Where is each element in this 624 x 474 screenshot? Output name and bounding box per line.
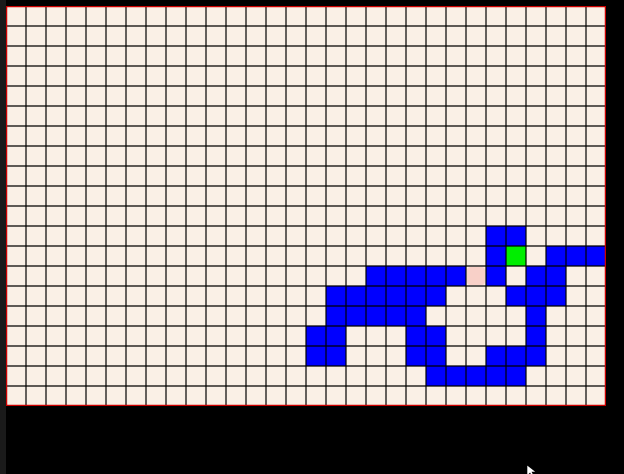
snake-segment — [386, 266, 406, 286]
mouse-pointer-icon — [527, 465, 537, 474]
snake-segment — [326, 286, 346, 306]
snake-segment — [366, 266, 386, 286]
snake-segment — [546, 286, 566, 306]
snake-segment — [466, 366, 486, 386]
snake-segment — [306, 326, 326, 346]
snake-segment — [546, 266, 566, 286]
snake-segment — [566, 246, 586, 266]
snake-segment — [506, 226, 526, 246]
snake-segment — [526, 306, 546, 326]
snake-segment — [346, 306, 366, 326]
snake-segment — [426, 346, 446, 366]
snake-head — [506, 246, 526, 266]
snake-segment — [426, 326, 446, 346]
snake-segment — [426, 286, 446, 306]
snake-segment — [486, 266, 506, 286]
snake-segment — [446, 366, 466, 386]
snake-segment — [506, 366, 526, 386]
snake-segment — [486, 366, 506, 386]
snake-segment — [446, 266, 466, 286]
snake-segment — [366, 286, 386, 306]
board-canvas[interactable] — [6, 6, 606, 406]
snake-segment — [546, 246, 566, 266]
snake-segment — [406, 346, 426, 366]
snake-segment — [526, 346, 546, 366]
snake-segment — [526, 286, 546, 306]
food-item — [467, 267, 485, 285]
game-board[interactable] — [6, 6, 606, 406]
snake-segment — [486, 226, 506, 246]
snake-segment — [326, 306, 346, 326]
snake-segment — [326, 326, 346, 346]
snake-segment — [326, 346, 346, 366]
game-screen — [0, 0, 624, 474]
snake-segment — [506, 286, 526, 306]
snake-segment — [526, 326, 546, 346]
snake-segment — [346, 286, 366, 306]
snake-segment — [586, 246, 606, 266]
snake-segment — [426, 366, 446, 386]
snake-segment — [506, 346, 526, 366]
snake-segment — [366, 306, 386, 326]
snake-segment — [426, 266, 446, 286]
snake-segment — [386, 286, 406, 306]
snake-segment — [306, 346, 326, 366]
snake-segment — [406, 326, 426, 346]
snake-segment — [406, 266, 426, 286]
snake-segment — [486, 346, 506, 366]
snake-segment — [386, 306, 406, 326]
snake-segment — [486, 246, 506, 266]
snake-segment — [526, 266, 546, 286]
snake-segment — [406, 286, 426, 306]
snake-segment — [406, 306, 426, 326]
